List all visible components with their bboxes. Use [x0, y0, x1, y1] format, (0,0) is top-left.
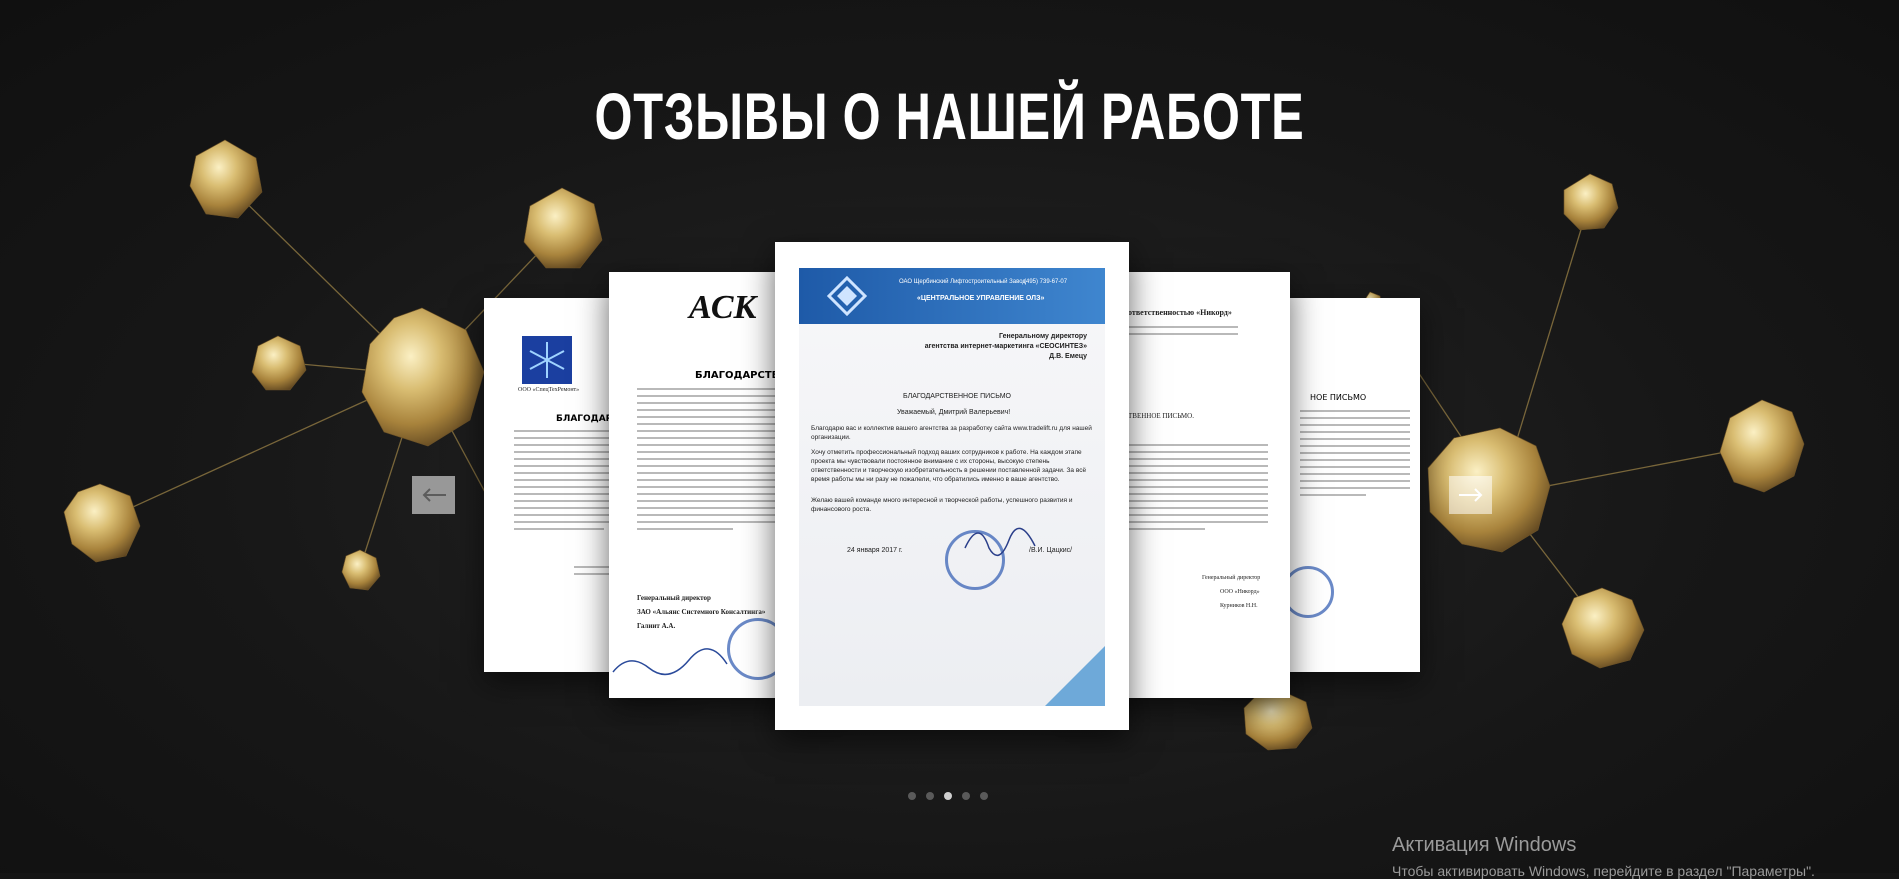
- company-logo-icon: [827, 276, 867, 316]
- activation-title: Активация Windows: [1392, 834, 1577, 856]
- snowflake-icon: [529, 342, 565, 378]
- gold-gem: [63, 483, 141, 563]
- letter-sign-title: Генеральный директор: [637, 594, 711, 602]
- letter-address-lines: [1128, 326, 1238, 340]
- arrow-left-icon: [422, 488, 446, 502]
- gold-gem: [251, 335, 307, 391]
- letter-signer: Галиит А.А.: [637, 622, 676, 630]
- arrow-right-icon: [1458, 488, 1482, 502]
- letter-heading: БЛАГОДАРСТВЕННОЕ ПИСЬМО: [903, 393, 1011, 400]
- addressee-line-3: Д.В. Емецу: [1049, 353, 1087, 360]
- gold-gem: [1243, 689, 1313, 751]
- pagination-dot-4[interactable]: [962, 792, 970, 800]
- company-logo: [522, 336, 572, 384]
- review-letter-center[interactable]: ОАО Щербинский Лифтостроительный Завод (…: [775, 242, 1129, 730]
- letter-body-text: [1300, 410, 1410, 501]
- letter-sign-title: Генеральный директор: [1202, 575, 1261, 581]
- letter-heading: ТВЕННОЕ ПИСЬМО.: [1128, 412, 1194, 420]
- gold-gem: [1719, 399, 1805, 493]
- activation-subtitle: Чтобы активировать Windows, перейдите в …: [1392, 863, 1815, 879]
- letter-company: ЗАО «Альянс Системного Консалтинга»: [637, 608, 766, 616]
- letter-greeting: Уважаемый, Дмитрий Валерьевич!: [897, 409, 1011, 416]
- letter-company: ООО «Никорд»: [1220, 589, 1260, 595]
- letter-body-text: [1128, 444, 1268, 535]
- gold-gem: [1561, 587, 1645, 669]
- pagination-dot-5[interactable]: [980, 792, 988, 800]
- gold-gem: [1563, 173, 1619, 231]
- gold-gem: [523, 187, 603, 269]
- letter-paper: ОАО Щербинский Лифтостроительный Завод (…: [799, 268, 1105, 706]
- letter-header-band: ОАО Щербинский Лифтостроительный Завод (…: [799, 268, 1105, 324]
- pagination-dot-3[interactable]: [944, 792, 952, 800]
- signature-drawing: [964, 527, 1036, 557]
- letter-signer: /В.И. Цацкис/: [1029, 547, 1073, 554]
- letter-paragraph-2: Хочу отметить профессиональный подход ва…: [811, 449, 1087, 483]
- signature-drawing: [612, 648, 728, 676]
- pagination-dot-1[interactable]: [908, 792, 916, 800]
- letter-paragraph-3: Желаю вашей команде много интересной и т…: [811, 497, 1073, 513]
- slider-pagination: [908, 792, 988, 800]
- windows-activation-watermark: Активация Windows Чтобы активировать Win…: [1392, 834, 1815, 879]
- gold-gem: [341, 549, 381, 591]
- letter-org-name: ООО «СпецТехРемонт»: [518, 387, 580, 393]
- header-phone: (495) 739-67-07: [1024, 279, 1068, 285]
- letter-heading: НОЕ ПИСЬМО: [1310, 393, 1367, 402]
- pagination-dot-2[interactable]: [926, 792, 934, 800]
- letter-logo-text: АСК: [689, 289, 757, 326]
- addressee-line-1: Генеральному директору: [999, 333, 1087, 340]
- page-title: ОТЗЫВЫ О НАШЕЙ РАБОТЕ: [594, 79, 1305, 153]
- letter-paragraph-1: Благодарю вас и коллектив вашего агентст…: [811, 425, 1092, 441]
- corner-decoration: [1045, 646, 1105, 706]
- letter-date: 24 января 2017 г.: [847, 547, 903, 554]
- reviews-section: ОТЗЫВЫ О НАШЕЙ РАБОТЕ ООО «СпецТехРемонт…: [0, 0, 1899, 879]
- letter-signer: Курников Н.Н.: [1220, 603, 1258, 609]
- addressee-line-2: агентства интернет-маркетинга «СЕОСИНТЕЗ…: [924, 343, 1087, 350]
- letter-heading-org: ответственностью «Никорд»: [1128, 308, 1232, 317]
- header-dept: «ЦЕНТРАЛЬНОЕ УПРАВЛЕНИЕ ОЛЗ»: [917, 295, 1045, 302]
- prev-slide-button[interactable]: [412, 476, 455, 514]
- next-slide-button[interactable]: [1449, 476, 1492, 514]
- header-org: ОАО Щербинский Лифтостроительный Завод: [899, 279, 1026, 285]
